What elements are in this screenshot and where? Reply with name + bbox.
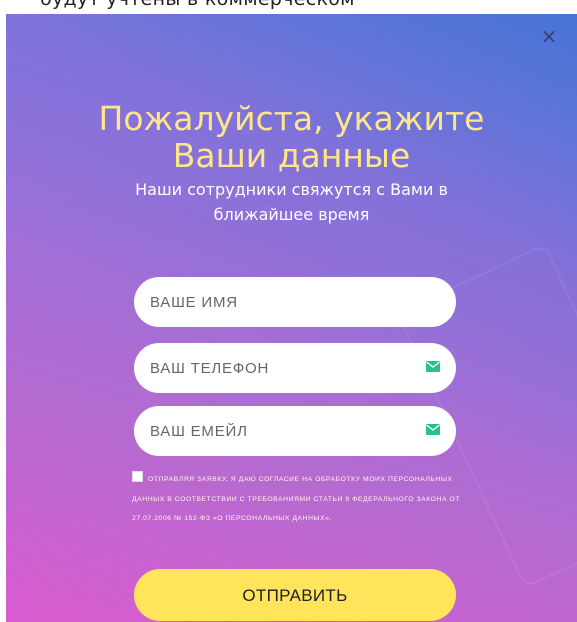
modal-subtitle-line1: Наши сотрудники свяжутся с Вами в: [135, 180, 448, 199]
consent-block: Отправляя заявку, я даю согласие на обра…: [132, 470, 462, 529]
modal-subtitle-line2: ближайшее время: [213, 205, 370, 224]
envelope-icon: [426, 424, 440, 435]
name-field: [134, 277, 456, 327]
consent-checkbox[interactable]: [132, 471, 143, 482]
name-input[interactable]: [134, 277, 456, 327]
modal-title-line1: Пожалуйста, укажите: [98, 99, 485, 138]
submit-button[interactable]: ОТПРАВИТЬ: [134, 569, 456, 621]
contact-form-modal: × Пожалуйста, укажите Ваши данные Наши с…: [6, 14, 577, 622]
background-page-text: будут учтены в коммерческом: [40, 0, 355, 10]
email-input[interactable]: [134, 406, 456, 456]
email-field: [134, 406, 456, 456]
modal-title: Пожалуйста, укажите Ваши данные: [6, 100, 577, 174]
phone-input[interactable]: [134, 343, 456, 393]
modal-subtitle: Наши сотрудники свяжутся с Вами в ближай…: [6, 177, 577, 227]
consent-text: Отправляя заявку, я даю согласие на обра…: [132, 476, 461, 522]
envelope-icon: [426, 361, 440, 372]
background-page: будут учтены в коммерческом: [0, 0, 577, 14]
close-button[interactable]: ×: [539, 26, 559, 46]
phone-field: [134, 343, 456, 393]
modal-title-line2: Ваши данные: [172, 136, 411, 175]
